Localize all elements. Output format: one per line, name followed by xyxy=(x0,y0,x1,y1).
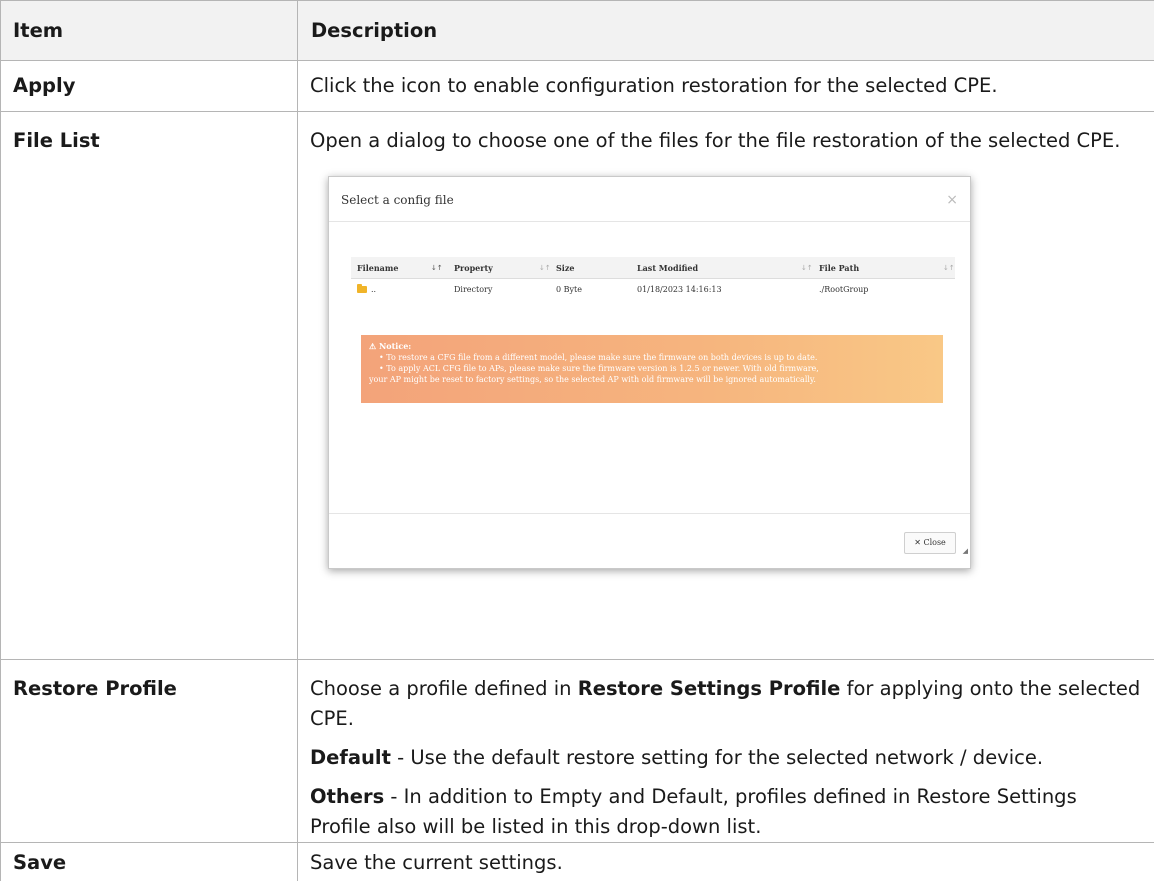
notice-line: To apply ACL CFG file to APs, please mak… xyxy=(369,363,935,374)
desc-others: Others - In addition to Empty and Defaul… xyxy=(310,782,1142,842)
close-icon: ✕ xyxy=(914,538,921,547)
select-config-dialog: Select a config file × Filename ↓↑ Prope… xyxy=(328,176,971,569)
table-row: File List Open a dialog to choose one of… xyxy=(1,112,1154,660)
dialog-screenshot: Select a config file × Filename ↓↑ Prope… xyxy=(322,170,973,573)
table-row: Apply Click the icon to enable configura… xyxy=(1,61,1154,112)
divider xyxy=(329,221,970,222)
header-item: Item xyxy=(1,1,298,61)
item-apply: Apply xyxy=(1,61,298,112)
header-description: Description xyxy=(298,1,1154,61)
cell-property: Directory xyxy=(454,285,492,295)
description-table: Item Description Apply Click the icon to… xyxy=(0,0,1154,881)
item-restore-profile: Restore Profile xyxy=(1,660,298,843)
bold-term: Others xyxy=(310,785,384,808)
table-header-row: Item Description xyxy=(1,1,1154,61)
table-row: Save Save the current settings. xyxy=(1,843,1154,881)
cell-filename: .. xyxy=(371,285,376,295)
col-property[interactable]: Property xyxy=(454,263,493,273)
desc-restore-profile-cell: Choose a profile defined in Restore Sett… xyxy=(298,660,1154,843)
notice-line: your AP might be reset to factory settin… xyxy=(369,374,935,385)
col-size[interactable]: Size xyxy=(556,263,574,273)
text: - Use the default restore setting for th… xyxy=(391,746,1043,769)
text: - In addition to Empty and Default, prof… xyxy=(310,785,1077,838)
folder-icon xyxy=(357,287,367,297)
item-file-list: File List xyxy=(1,112,298,660)
desc-restore-profile: Choose a profile defined in Restore Sett… xyxy=(310,674,1142,734)
sort-icon[interactable]: ↓↑ xyxy=(539,263,551,273)
col-last-modified[interactable]: Last Modified xyxy=(637,263,698,273)
desc-save: Save the current settings. xyxy=(298,843,1154,881)
file-table-header: Filename ↓↑ Property ↓↑ Size Last Modifi… xyxy=(351,257,955,279)
table-row[interactable]: .. Directory 0 Byte 01/18/2023 14:16:13 … xyxy=(351,279,955,303)
notice-line: To restore a CFG file from a different m… xyxy=(369,352,935,363)
bold-term: Restore Settings Profile xyxy=(578,677,841,700)
close-button[interactable]: ✕ Close xyxy=(904,532,956,554)
desc-file-list: Open a dialog to choose one of the files… xyxy=(310,126,1142,156)
desc-apply: Click the icon to enable configuration r… xyxy=(298,61,1154,112)
notice-box: ⚠ Notice: To restore a CFG file from a d… xyxy=(361,335,943,403)
desc-file-list-cell: Open a dialog to choose one of the files… xyxy=(298,112,1154,660)
resize-handle-icon[interactable]: ◢ xyxy=(963,536,968,566)
table-row: Restore Profile Choose a profile defined… xyxy=(1,660,1154,843)
item-save: Save xyxy=(1,843,298,881)
close-label: Close xyxy=(923,538,945,547)
cell-file-path: ./RootGroup xyxy=(819,285,868,295)
sort-icon[interactable]: ↓↑ xyxy=(943,263,955,273)
text: Choose a profile defined in xyxy=(310,677,578,700)
divider xyxy=(329,513,970,514)
col-filename[interactable]: Filename xyxy=(357,263,398,273)
desc-default: Default - Use the default restore settin… xyxy=(310,743,1142,773)
file-table: Filename ↓↑ Property ↓↑ Size Last Modifi… xyxy=(351,257,955,303)
col-file-path[interactable]: File Path xyxy=(819,263,859,273)
bold-term: Default xyxy=(310,746,391,769)
close-icon[interactable]: × xyxy=(946,193,958,207)
sort-icon[interactable]: ↓↑ xyxy=(801,263,813,273)
cell-size: 0 Byte xyxy=(556,285,582,295)
notice-title: ⚠ Notice: xyxy=(369,341,935,352)
sort-icon[interactable]: ↓↑ xyxy=(431,263,443,273)
cell-last-modified: 01/18/2023 14:16:13 xyxy=(637,285,722,295)
dialog-title: Select a config file xyxy=(341,193,454,207)
